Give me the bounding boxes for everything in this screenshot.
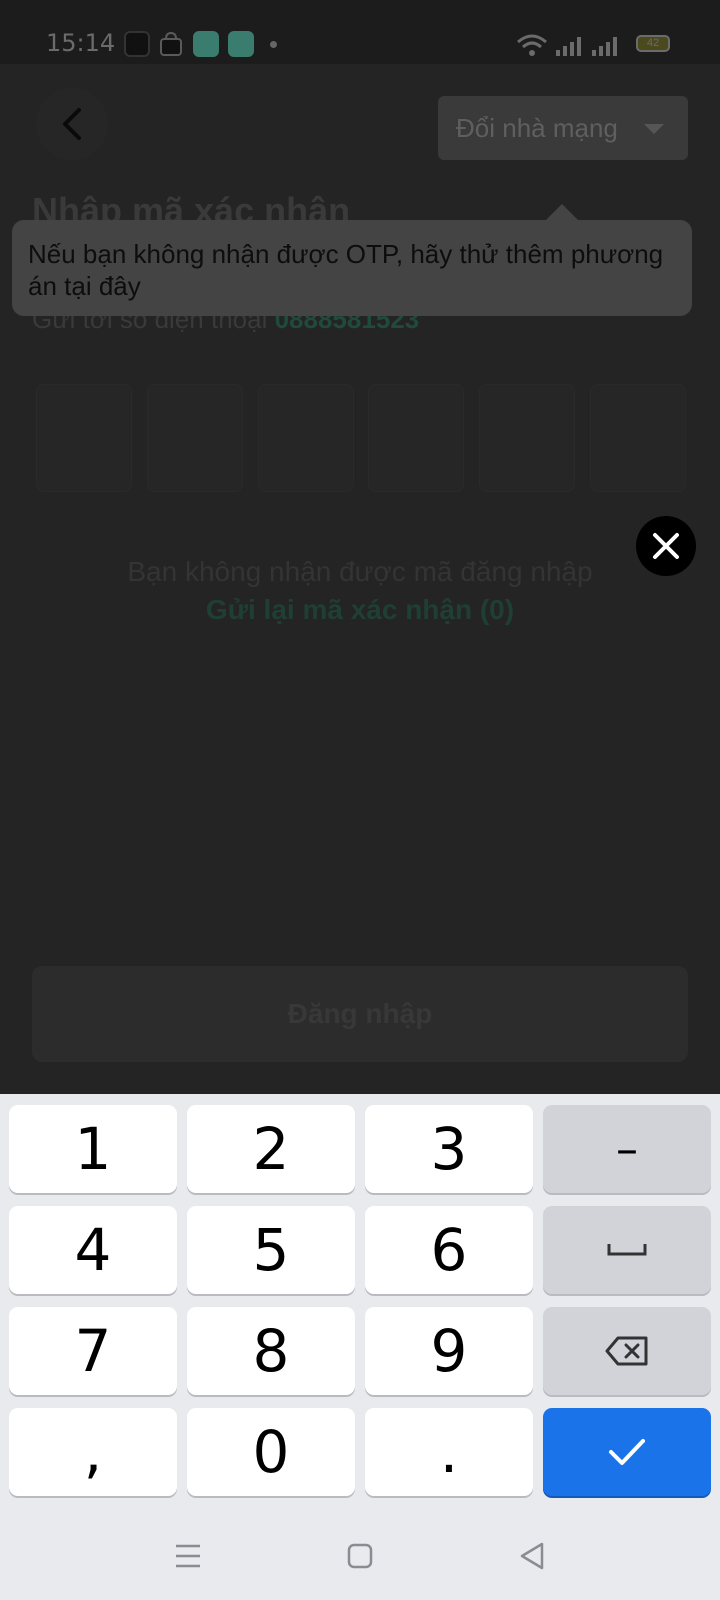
- key-6[interactable]: 6: [365, 1206, 533, 1294]
- menu-nav-button[interactable]: [168, 1536, 208, 1576]
- home-nav-button[interactable]: [340, 1536, 380, 1576]
- change-carrier-button[interactable]: Đổi nhà mạng: [438, 96, 688, 160]
- otp-digit-box[interactable]: [36, 384, 132, 492]
- chevron-down-icon: [644, 124, 664, 134]
- key-9[interactable]: 9: [365, 1307, 533, 1395]
- key-4[interactable]: 4: [9, 1206, 177, 1294]
- checkmark-icon: [609, 1439, 645, 1465]
- key-0[interactable]: 0: [187, 1408, 355, 1496]
- key-8[interactable]: 8: [187, 1307, 355, 1395]
- tooltip-arrow: [546, 204, 578, 220]
- notification-dot-icon: [270, 41, 277, 48]
- otp-digit-box[interactable]: [257, 384, 354, 492]
- otp-help-tooltip: Nếu bạn không nhận được OTP, hãy thử thê…: [12, 220, 692, 316]
- key-7[interactable]: 7: [9, 1307, 177, 1395]
- otp-digit-box[interactable]: [589, 384, 686, 492]
- otp-input-row[interactable]: [36, 384, 686, 492]
- files-app-icon: [228, 31, 254, 57]
- key-dot[interactable]: .: [365, 1408, 533, 1496]
- space-icon: [607, 1244, 647, 1256]
- calendar-app-icon: [193, 31, 219, 57]
- otp-digit-box[interactable]: [479, 384, 576, 492]
- resend-hint: Bạn không nhận được mã đăng nhập: [127, 556, 593, 587]
- signal-wifi-icons: [517, 34, 617, 56]
- numeric-keyboard: 1 2 3 – 4 5 6 7 8 9 , 0 .: [0, 1094, 720, 1514]
- home-icon: [347, 1543, 373, 1569]
- menu-icon: [176, 1544, 200, 1568]
- back-button[interactable]: [36, 88, 108, 160]
- key-comma[interactable]: ,: [9, 1408, 177, 1496]
- system-nav-bar: [0, 1514, 720, 1600]
- otp-digit-box[interactable]: [368, 384, 465, 492]
- status-bar: 15:14 42: [0, 0, 720, 64]
- login-button[interactable]: Đăng nhập: [32, 966, 688, 1062]
- otp-digit-box[interactable]: [146, 384, 243, 492]
- close-icon: [653, 533, 679, 559]
- close-tooltip-button[interactable]: [636, 516, 696, 576]
- backspace-icon: [605, 1336, 648, 1366]
- key-5[interactable]: 5: [187, 1206, 355, 1294]
- key-backspace[interactable]: [543, 1307, 711, 1395]
- status-time: 15:14: [46, 29, 116, 57]
- key-enter[interactable]: [543, 1408, 711, 1496]
- back-nav-button[interactable]: [512, 1536, 552, 1576]
- key-space[interactable]: [543, 1206, 711, 1294]
- key-2[interactable]: 2: [187, 1105, 355, 1193]
- shopping-bag-icon: [158, 31, 184, 57]
- back-arrow-icon: [63, 108, 81, 140]
- news-icon: [124, 31, 150, 57]
- resend-code-link[interactable]: Gửi lại mã xác nhận (0): [0, 594, 720, 626]
- key-1[interactable]: 1: [9, 1105, 177, 1193]
- change-carrier-label: Đổi nhà mạng: [456, 112, 618, 143]
- battery-icon: 42: [636, 35, 670, 52]
- key-3[interactable]: 3: [365, 1105, 533, 1193]
- key-dash[interactable]: –: [543, 1105, 711, 1193]
- back-icon: [520, 1542, 544, 1570]
